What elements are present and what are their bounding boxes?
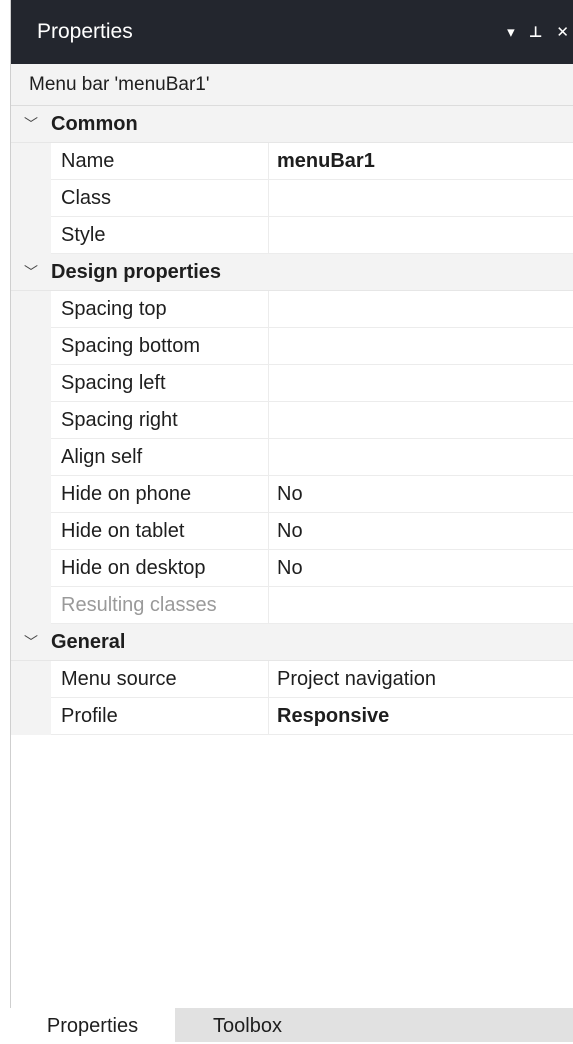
property-name: Style xyxy=(51,217,269,254)
property-name: Hide on desktop xyxy=(51,550,269,587)
property-row-menu-source[interactable]: Menu source Project navigation xyxy=(11,661,573,698)
property-name: Profile xyxy=(51,698,269,735)
property-value[interactable]: menuBar1 xyxy=(269,143,573,180)
property-name: Hide on tablet xyxy=(51,513,269,550)
panel-title: Properties xyxy=(37,20,133,43)
property-grid: ﹀ Common Name menuBar1 Class Style ﹀ Des… xyxy=(11,106,573,735)
property-name: Menu source xyxy=(51,661,269,698)
property-row-style[interactable]: Style xyxy=(11,217,573,254)
category-design-properties[interactable]: ﹀ Design properties xyxy=(11,254,573,291)
property-row-hide-on-tablet[interactable]: Hide on tablet No xyxy=(11,513,573,550)
titlebar-icons: ▾ ⊥ ✕ xyxy=(507,0,573,64)
property-value xyxy=(269,587,573,624)
property-row-hide-on-desktop[interactable]: Hide on desktop No xyxy=(11,550,573,587)
property-row-spacing-bottom[interactable]: Spacing bottom xyxy=(11,328,573,365)
property-value[interactable] xyxy=(269,439,573,476)
pin-icon[interactable]: ⊥ xyxy=(529,23,543,41)
property-value[interactable]: Responsive xyxy=(269,698,573,735)
property-value[interactable] xyxy=(269,402,573,439)
category-common[interactable]: ﹀ Common xyxy=(11,106,573,143)
tab-properties[interactable]: Properties xyxy=(10,1008,175,1042)
property-value[interactable] xyxy=(269,217,573,254)
property-value[interactable] xyxy=(269,291,573,328)
property-name: Spacing top xyxy=(51,291,269,328)
category-label: Design properties xyxy=(51,260,222,283)
property-name: Spacing bottom xyxy=(51,328,269,365)
property-value[interactable]: No xyxy=(269,550,573,587)
left-margin xyxy=(0,0,10,1042)
property-name: Resulting classes xyxy=(51,587,269,624)
category-label: General xyxy=(51,630,126,653)
bottom-tab-bar: Properties Toolbox xyxy=(10,1008,573,1042)
property-name: Class xyxy=(51,180,269,217)
property-row-spacing-right[interactable]: Spacing right xyxy=(11,402,573,439)
property-name: Hide on phone xyxy=(51,476,269,513)
property-name: Spacing right xyxy=(51,402,269,439)
property-row-align-self[interactable]: Align self xyxy=(11,439,573,476)
property-value[interactable] xyxy=(269,180,573,217)
category-label: Common xyxy=(51,112,138,135)
property-row-spacing-top[interactable]: Spacing top xyxy=(11,291,573,328)
chevron-down-icon[interactable]: ﹀ xyxy=(11,114,51,134)
category-general[interactable]: ﹀ General xyxy=(11,624,573,661)
property-name: Spacing left xyxy=(51,365,269,402)
property-value[interactable] xyxy=(269,365,573,402)
property-row-profile[interactable]: Profile Responsive xyxy=(11,698,573,735)
close-icon[interactable]: ✕ xyxy=(556,23,569,41)
chevron-down-icon[interactable]: ﹀ xyxy=(11,632,51,652)
property-value[interactable]: No xyxy=(269,476,573,513)
property-value[interactable]: Project navigation xyxy=(269,661,573,698)
property-row-hide-on-phone[interactable]: Hide on phone No xyxy=(11,476,573,513)
property-name: Align self xyxy=(51,439,269,476)
property-value[interactable] xyxy=(269,328,573,365)
panel-titlebar: Properties ▾ ⊥ ✕ xyxy=(11,0,573,64)
chevron-down-icon[interactable]: ﹀ xyxy=(11,262,51,282)
property-row-resulting-classes: Resulting classes xyxy=(11,587,573,624)
property-row-name[interactable]: Name menuBar1 xyxy=(11,143,573,180)
tab-toolbox[interactable]: Toolbox xyxy=(175,1008,320,1042)
property-value[interactable]: No xyxy=(269,513,573,550)
property-row-spacing-left[interactable]: Spacing left xyxy=(11,365,573,402)
selected-object-label: Menu bar 'menuBar1' xyxy=(11,64,573,106)
properties-panel: Properties ▾ ⊥ ✕ Menu bar 'menuBar1' ﹀ C… xyxy=(11,0,573,1015)
property-name: Name xyxy=(51,143,269,180)
property-row-class[interactable]: Class xyxy=(11,180,573,217)
dropdown-icon[interactable]: ▾ xyxy=(507,23,515,41)
